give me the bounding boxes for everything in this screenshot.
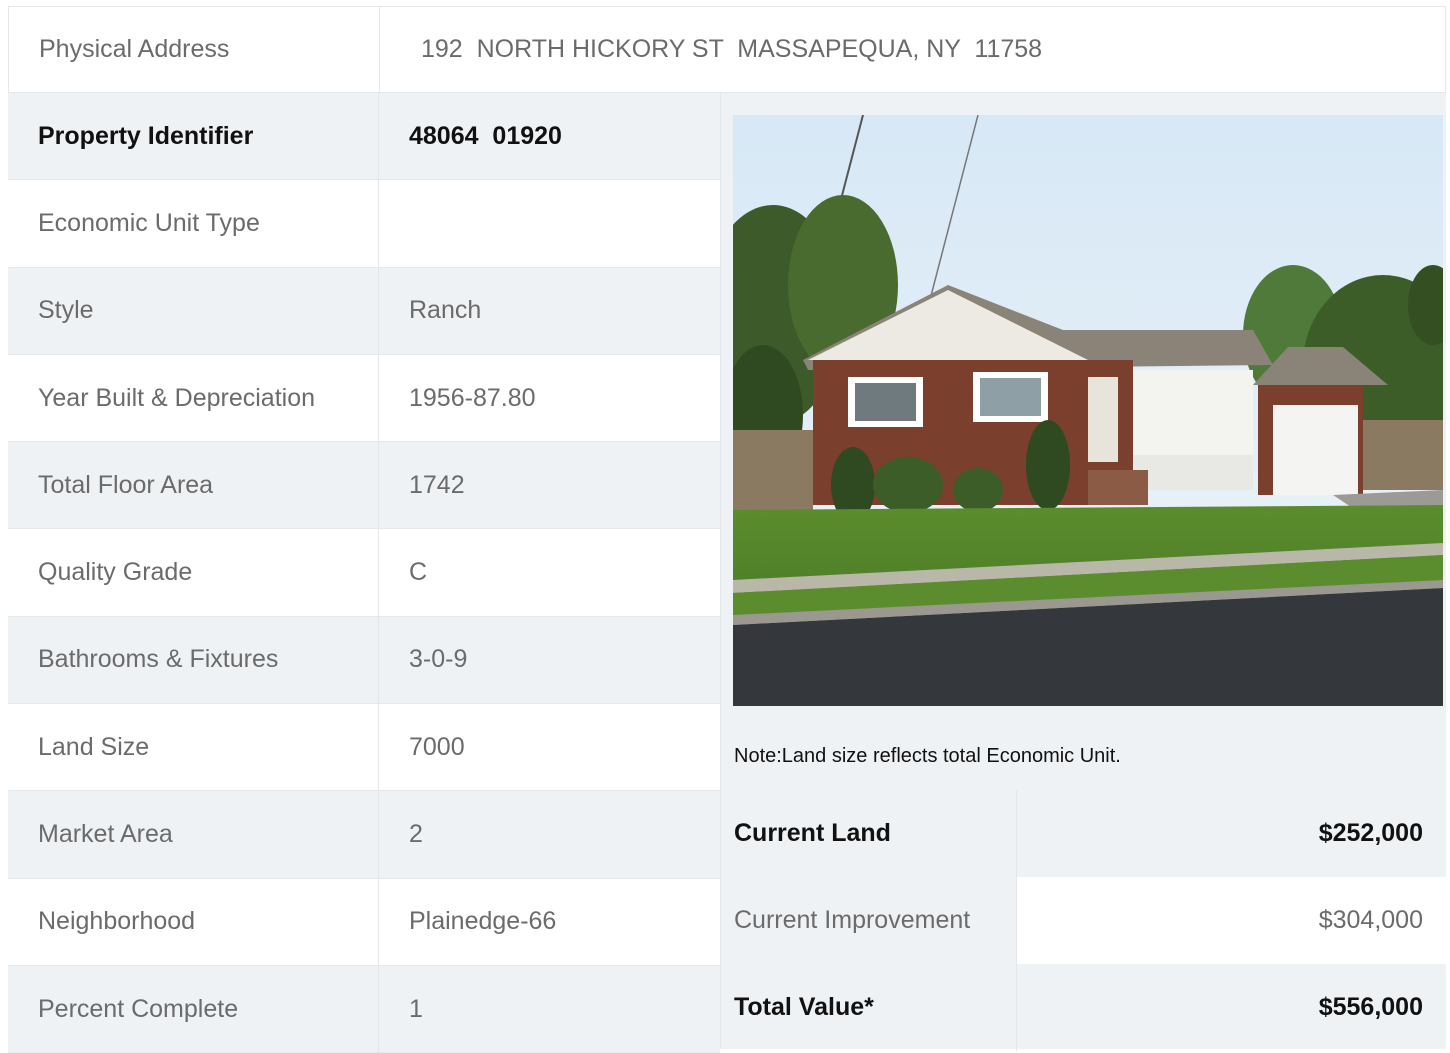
- property-photo[interactable]: [733, 115, 1443, 706]
- detail-value: 1: [409, 994, 423, 1023]
- detail-row-style: Style Ranch: [8, 267, 720, 355]
- detail-label: Quality Grade: [8, 529, 379, 616]
- detail-label: Style: [8, 267, 379, 354]
- detail-row-property-identifier: Property Identifier 48064 01920: [8, 93, 720, 181]
- detail-row-economic-unit-type: Economic Unit Type: [8, 180, 720, 268]
- detail-label: Neighborhood: [8, 878, 379, 965]
- value-row-current-land: Current Land $252,000: [721, 790, 1447, 877]
- detail-value: 1956-87.80: [409, 383, 536, 412]
- value-label: Current Land: [734, 819, 891, 847]
- address-value: 192 NORTH HICKORY ST MASSAPEQUA, NY 1175…: [421, 35, 1043, 63]
- detail-label: Land Size: [8, 704, 379, 791]
- detail-value: 3-0-9: [409, 645, 468, 674]
- detail-value: 2: [409, 820, 423, 849]
- detail-label: Bathrooms & Fixtures: [8, 616, 379, 704]
- details-table: Property Identifier 48064 01920 Economic…: [8, 93, 720, 1053]
- detail-value: C: [409, 558, 428, 587]
- detail-value: 48064 01920: [409, 121, 562, 150]
- value-amount: $304,000: [1016, 877, 1447, 964]
- detail-row-bathrooms: Bathrooms & Fixtures 3-0-9: [8, 616, 720, 705]
- land-size-note: Note:Land size reflects total Economic U…: [734, 745, 1121, 767]
- value-label: Current Improvement: [734, 906, 971, 934]
- value-label: Total Value*: [734, 993, 874, 1021]
- detail-value: Ranch: [409, 296, 482, 325]
- value-amount: $556,000: [1016, 964, 1447, 1051]
- detail-value: 1742: [409, 470, 465, 499]
- detail-row-quality-grade: Quality Grade C: [8, 529, 720, 617]
- value-amount: $252,000: [1016, 790, 1447, 877]
- detail-label: Total Floor Area: [8, 442, 379, 529]
- detail-row-year-built: Year Built & Depreciation 1956-87.80: [8, 354, 720, 443]
- summary-panel: Note:Land size reflects total Economic U…: [720, 93, 1447, 1051]
- detail-label: Percent Complete: [8, 965, 379, 1053]
- detail-value: 7000: [409, 732, 465, 761]
- value-row-current-improvement: Current Improvement $304,000: [721, 877, 1447, 964]
- detail-label: Economic Unit Type: [8, 180, 379, 267]
- property-record: Physical Address 192 NORTH HICKORY ST MA…: [8, 6, 1447, 1053]
- detail-label: Year Built & Depreciation: [8, 354, 379, 442]
- value-row-total-value: Total Value* $556,000: [721, 964, 1447, 1051]
- detail-row-market-area: Market Area 2: [8, 791, 720, 879]
- address-label: Physical Address: [9, 7, 380, 92]
- detail-row-land-size: Land Size 7000: [8, 704, 720, 792]
- address-row: Physical Address 192 NORTH HICKORY ST MA…: [8, 6, 1446, 93]
- detail-row-total-floor-area: Total Floor Area 1742: [8, 442, 720, 530]
- detail-label: Market Area: [8, 791, 379, 878]
- detail-value: Plainedge-66: [409, 907, 557, 936]
- detail-row-neighborhood: Neighborhood Plainedge-66: [8, 878, 720, 966]
- detail-row-percent-complete: Percent Complete 1: [8, 965, 720, 1053]
- detail-label: Property Identifier: [8, 93, 379, 180]
